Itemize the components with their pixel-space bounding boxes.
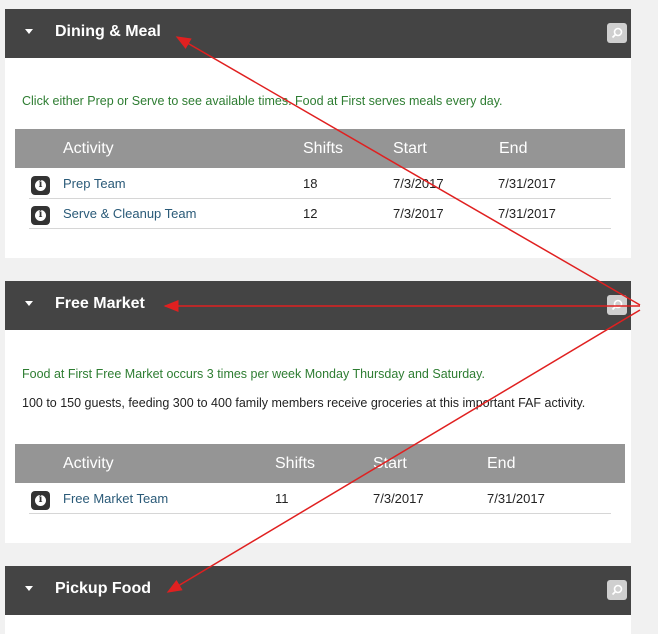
info-icon[interactable]: i (31, 491, 50, 510)
table-header: Activity Shifts Start End (15, 129, 625, 168)
info-icon[interactable]: i (31, 206, 50, 225)
shifts-value: 18 (303, 176, 318, 191)
activity-link[interactable]: Serve & Cleanup Team (63, 206, 196, 221)
pickup-food-section-body (5, 615, 631, 634)
shifts-value: 11 (275, 491, 289, 506)
section-title: Pickup Food (55, 580, 151, 597)
info-icon[interactable]: i (31, 176, 50, 195)
caret-down-icon[interactable] (25, 29, 33, 34)
shifts-value: 12 (303, 206, 318, 221)
column-end[interactable]: End (499, 140, 527, 158)
column-activity[interactable]: Activity (63, 455, 114, 473)
free-market-section-header[interactable]: Free Market (5, 281, 631, 330)
activity-link[interactable]: Free Market Team (63, 491, 168, 506)
column-start[interactable]: Start (373, 455, 407, 473)
table-row: i Free Market Team 11 7/3/2017 7/31/2017 (29, 483, 611, 514)
table-header: Activity Shifts Start End (15, 444, 625, 483)
table-row: i Serve & Cleanup Team 12 7/3/2017 7/31/… (29, 198, 611, 229)
section-title: Free Market (55, 295, 145, 312)
column-shifts[interactable]: Shifts (275, 455, 315, 473)
caret-down-icon[interactable] (25, 586, 33, 591)
magnifier-icon[interactable] (607, 23, 627, 43)
column-start[interactable]: Start (393, 140, 427, 158)
end-value: 7/31/2017 (487, 491, 545, 506)
section-note: Food at First Free Market occurs 3 times… (22, 367, 485, 381)
start-value: 7/3/2017 (393, 206, 444, 221)
start-value: 7/3/2017 (393, 176, 444, 191)
section-title: Dining & Meal (55, 23, 161, 40)
table-row: i Prep Team 18 7/3/2017 7/31/2017 (29, 168, 611, 199)
section-note: Click either Prep or Serve to see availa… (22, 94, 503, 108)
dining-section-header[interactable]: Dining & Meal (5, 9, 631, 58)
end-value: 7/31/2017 (498, 176, 556, 191)
magnifier-icon[interactable] (607, 580, 627, 600)
section-description: 100 to 150 guests, feeding 300 to 400 fa… (22, 396, 586, 410)
column-end[interactable]: End (487, 455, 515, 473)
pickup-food-section-header[interactable]: Pickup Food (5, 566, 631, 615)
end-value: 7/31/2017 (498, 206, 556, 221)
column-activity[interactable]: Activity (63, 140, 114, 158)
magnifier-icon[interactable] (607, 295, 627, 315)
activity-link[interactable]: Prep Team (63, 176, 126, 191)
caret-down-icon[interactable] (25, 301, 33, 306)
column-shifts[interactable]: Shifts (303, 140, 343, 158)
start-value: 7/3/2017 (373, 491, 424, 506)
